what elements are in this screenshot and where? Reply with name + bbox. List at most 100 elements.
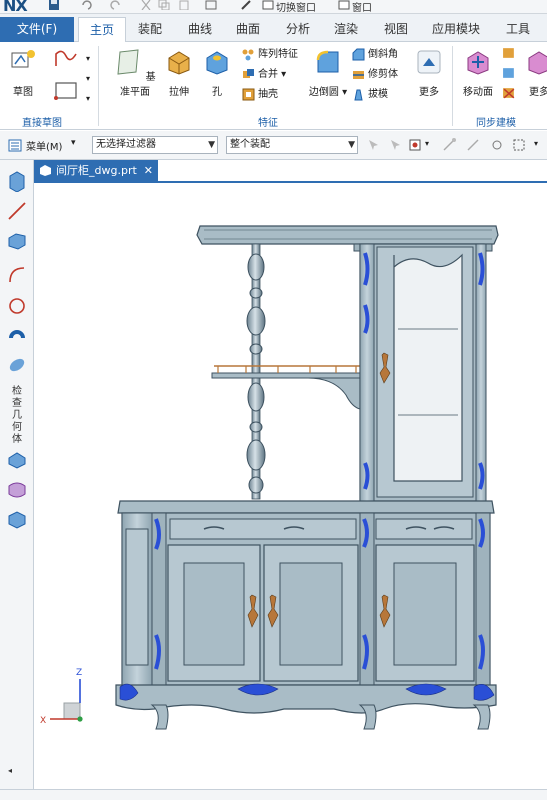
tab-surface[interactable]: 曲面 — [228, 17, 268, 42]
chamfer-button[interactable]: 倒斜角 — [352, 46, 398, 64]
expand-arrow-3[interactable]: ▾ — [86, 90, 90, 108]
check-geometry-label[interactable]: 检查几何体 — [10, 386, 24, 446]
direct-sketch-group-label: 直接草图 — [22, 118, 62, 129]
menu-icon — [8, 139, 22, 152]
x-axis-label: X — [40, 716, 46, 726]
sync-more-button[interactable]: 更多 — [522, 48, 547, 98]
check-geometry-icon[interactable] — [6, 448, 28, 470]
draft-button[interactable]: 拔模 — [352, 86, 388, 104]
snap-point-icon[interactable] — [408, 138, 423, 152]
status-bar — [0, 789, 547, 800]
profile-icon[interactable] — [52, 46, 80, 72]
tab-assembly[interactable]: 装配 — [130, 17, 170, 42]
solid-body-icon[interactable] — [6, 170, 28, 192]
nx-logo: NX — [3, 0, 28, 14]
more-icon — [528, 51, 547, 75]
brush-icon[interactable] — [240, 0, 252, 10]
collapse-arrow-icon[interactable]: ◂ — [8, 766, 12, 775]
line-icon[interactable] — [6, 200, 28, 222]
z-axis-label: Z — [76, 668, 82, 678]
selection-scope-select[interactable]: 整个装配 ▼ — [226, 136, 358, 154]
lower-cabinet — [121, 512, 491, 686]
file-menu-button[interactable]: 文件(F) — [0, 17, 74, 42]
title-bar: NX 切换窗口 窗口 — [0, 0, 547, 14]
sketch-button[interactable]: 草图 — [6, 48, 40, 98]
cut-icon[interactable] — [140, 0, 152, 10]
snap-dropdown-arrow[interactable]: ▾ — [425, 139, 429, 148]
rectangle-icon[interactable] — [52, 78, 80, 104]
tab-view[interactable]: 视图 — [376, 17, 416, 42]
pull-face-icon[interactable] — [502, 46, 516, 60]
circle-icon[interactable] — [6, 294, 28, 316]
undo-icon[interactable] — [80, 0, 92, 10]
datum-plane-button[interactable]: 基准平面 — [110, 48, 160, 98]
general-selection-icon[interactable] — [366, 138, 381, 152]
hole-icon — [206, 51, 228, 75]
menu-dropdown-arrow[interactable]: ▾ — [71, 138, 76, 148]
display-shelf — [211, 365, 361, 410]
save-icon[interactable] — [48, 0, 60, 10]
document-tab[interactable]: 间厅柜_dwg.prt ✕ — [34, 160, 158, 182]
plinth — [115, 683, 497, 730]
window-icon[interactable] — [338, 0, 350, 10]
trim-body-icon — [353, 70, 364, 79]
upper-cabinet — [359, 243, 487, 502]
switch-window-label[interactable]: 切换窗口 — [276, 0, 316, 13]
mid-point-icon[interactable] — [466, 138, 481, 152]
block-icon[interactable] — [6, 230, 28, 252]
unite-button[interactable]: 合并 ▾ — [242, 66, 286, 84]
part-file-icon — [40, 165, 51, 176]
tab-curve[interactable]: 曲线 — [180, 17, 220, 42]
face-icon[interactable] — [6, 508, 28, 530]
redo-icon[interactable] — [110, 0, 122, 10]
end-point-icon[interactable] — [442, 138, 457, 152]
edge-blend-icon — [316, 50, 339, 73]
feature-more-button[interactable]: 更多 — [412, 48, 446, 98]
offset-region-icon[interactable] — [502, 66, 516, 80]
shell-icon — [242, 88, 255, 100]
delete-face-icon[interactable] — [502, 86, 516, 100]
arc-icon[interactable] — [6, 264, 28, 286]
tab-render[interactable]: 渲染 — [326, 17, 366, 42]
more-options-arrow[interactable]: ▾ — [534, 139, 538, 148]
tab-tools[interactable]: 工具 — [496, 17, 540, 42]
close-icon[interactable]: ✕ — [144, 160, 153, 182]
paste-icon[interactable] — [178, 0, 190, 10]
copy-icon[interactable] — [158, 0, 170, 10]
center-point-icon[interactable] — [490, 138, 505, 152]
selection-bar: 菜单(M) ▾ 无选择过滤器 ▼ 整个装配 ▼ ▾ ▾ — [0, 131, 547, 160]
pattern-feature-button[interactable]: 阵列特征 — [242, 46, 298, 64]
turned-column — [246, 243, 266, 500]
type-filter-select[interactable]: 无选择过滤器 ▼ — [92, 136, 218, 154]
unite-icon — [243, 68, 254, 78]
expand-arrow-1[interactable]: ▾ — [86, 50, 90, 68]
more-icon — [417, 50, 441, 74]
left-toolbar: 检查几何体 ◂ — [0, 160, 34, 800]
chamfer-icon — [352, 48, 365, 60]
rectangle-select-icon[interactable] — [512, 138, 527, 152]
chevron-down-icon: ▼ — [208, 140, 215, 150]
tab-application[interactable]: 应用模块 — [426, 17, 486, 42]
view-triad — [50, 679, 83, 722]
switch-window-icon[interactable] — [262, 0, 274, 10]
menu-button[interactable]: 菜单(M) — [26, 138, 62, 153]
move-face-icon — [467, 51, 489, 75]
trim-body-button[interactable]: 修剪体 — [352, 66, 398, 84]
shell-button[interactable]: 抽壳 — [242, 86, 278, 104]
draft-icon — [354, 89, 363, 100]
expand-arrow-2[interactable]: ▾ — [86, 70, 90, 88]
window-menu-label[interactable]: 窗口 — [352, 0, 372, 13]
extrude-button[interactable]: 拉伸 — [162, 48, 196, 98]
edge-icon[interactable] — [6, 354, 28, 376]
edge-blend-button[interactable]: 边倒圆 ▾ — [308, 48, 348, 98]
move-face-button[interactable]: 移动面 — [458, 48, 498, 98]
cabinet-model: Z X — [40, 225, 499, 730]
graphics-viewport[interactable]: Z X — [34, 183, 547, 789]
surface-icon[interactable] — [6, 478, 28, 500]
touch-mode-icon[interactable] — [205, 0, 217, 10]
hole-button[interactable]: 孔 — [200, 48, 234, 98]
tab-home[interactable]: 主页 — [78, 17, 126, 43]
feature-selection-icon[interactable] — [388, 138, 403, 152]
tab-analysis[interactable]: 分析 — [278, 17, 318, 42]
magnet-icon[interactable] — [6, 324, 28, 346]
